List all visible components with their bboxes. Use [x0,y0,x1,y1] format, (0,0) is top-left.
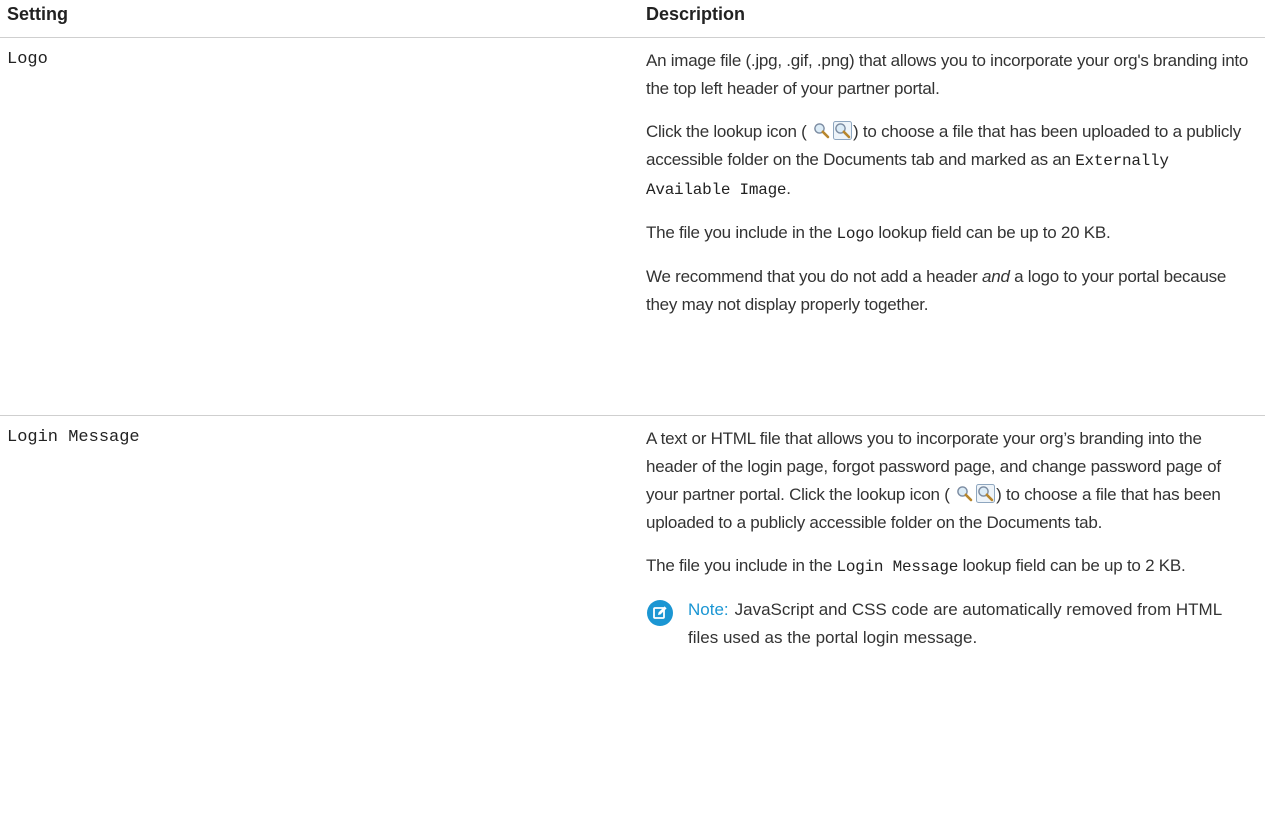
note-label: Note: [688,600,729,619]
setting-name-logo: Logo [7,50,48,69]
paragraph: The file you include in the Logo lookup … [646,219,1254,248]
table-row: Login Message A text or HTML file that a… [0,416,1265,836]
table-header: Setting Description [0,0,1265,38]
text: lookup field can be up to 20 KB. [873,223,1111,242]
lookup-icon [976,484,995,503]
text: We recommend that you do not add a heade… [646,267,983,286]
note-icon [647,600,673,626]
column-header-description: Description [646,4,746,24]
paragraph: A text or HTML file that allows you to i… [646,425,1254,537]
column-header-setting: Setting [7,4,68,24]
code-text: Logo [836,225,875,243]
description-cell: An image file (.jpg, .gif, .png) that al… [646,47,1254,334]
note-callout: Note: JavaScript and CSS code are automat… [646,596,1254,652]
text: lookup field can be up to 2 KB. [958,556,1186,575]
code-text: Login Message [836,558,959,576]
text: The file you include in the [646,223,837,242]
lookup-icon [955,484,974,503]
text: Click the lookup icon ( [646,122,807,141]
lookup-icon [833,121,852,140]
lookup-icon [812,121,831,140]
note-text: JavaScript and CSS code are automaticall… [688,600,1222,647]
paragraph: We recommend that you do not add a heade… [646,263,1254,319]
paragraph: An image file (.jpg, .gif, .png) that al… [646,47,1254,103]
text: . [786,179,791,198]
setting-name-login-message: Login Message [7,428,140,447]
emphasis-text: and [982,267,1010,286]
paragraph: Click the lookup icon ( ) to choose a fi… [646,118,1254,204]
table-row: Logo An image file (.jpg, .gif, .png) th… [0,38,1265,416]
settings-table: Setting Description Logo An image file (… [0,0,1265,836]
description-cell: A text or HTML file that allows you to i… [646,425,1254,652]
paragraph: The file you include in the Login Messag… [646,552,1254,581]
text: An image file (.jpg, .gif, .png) that al… [646,51,1249,98]
text: The file you include in the [646,556,837,575]
